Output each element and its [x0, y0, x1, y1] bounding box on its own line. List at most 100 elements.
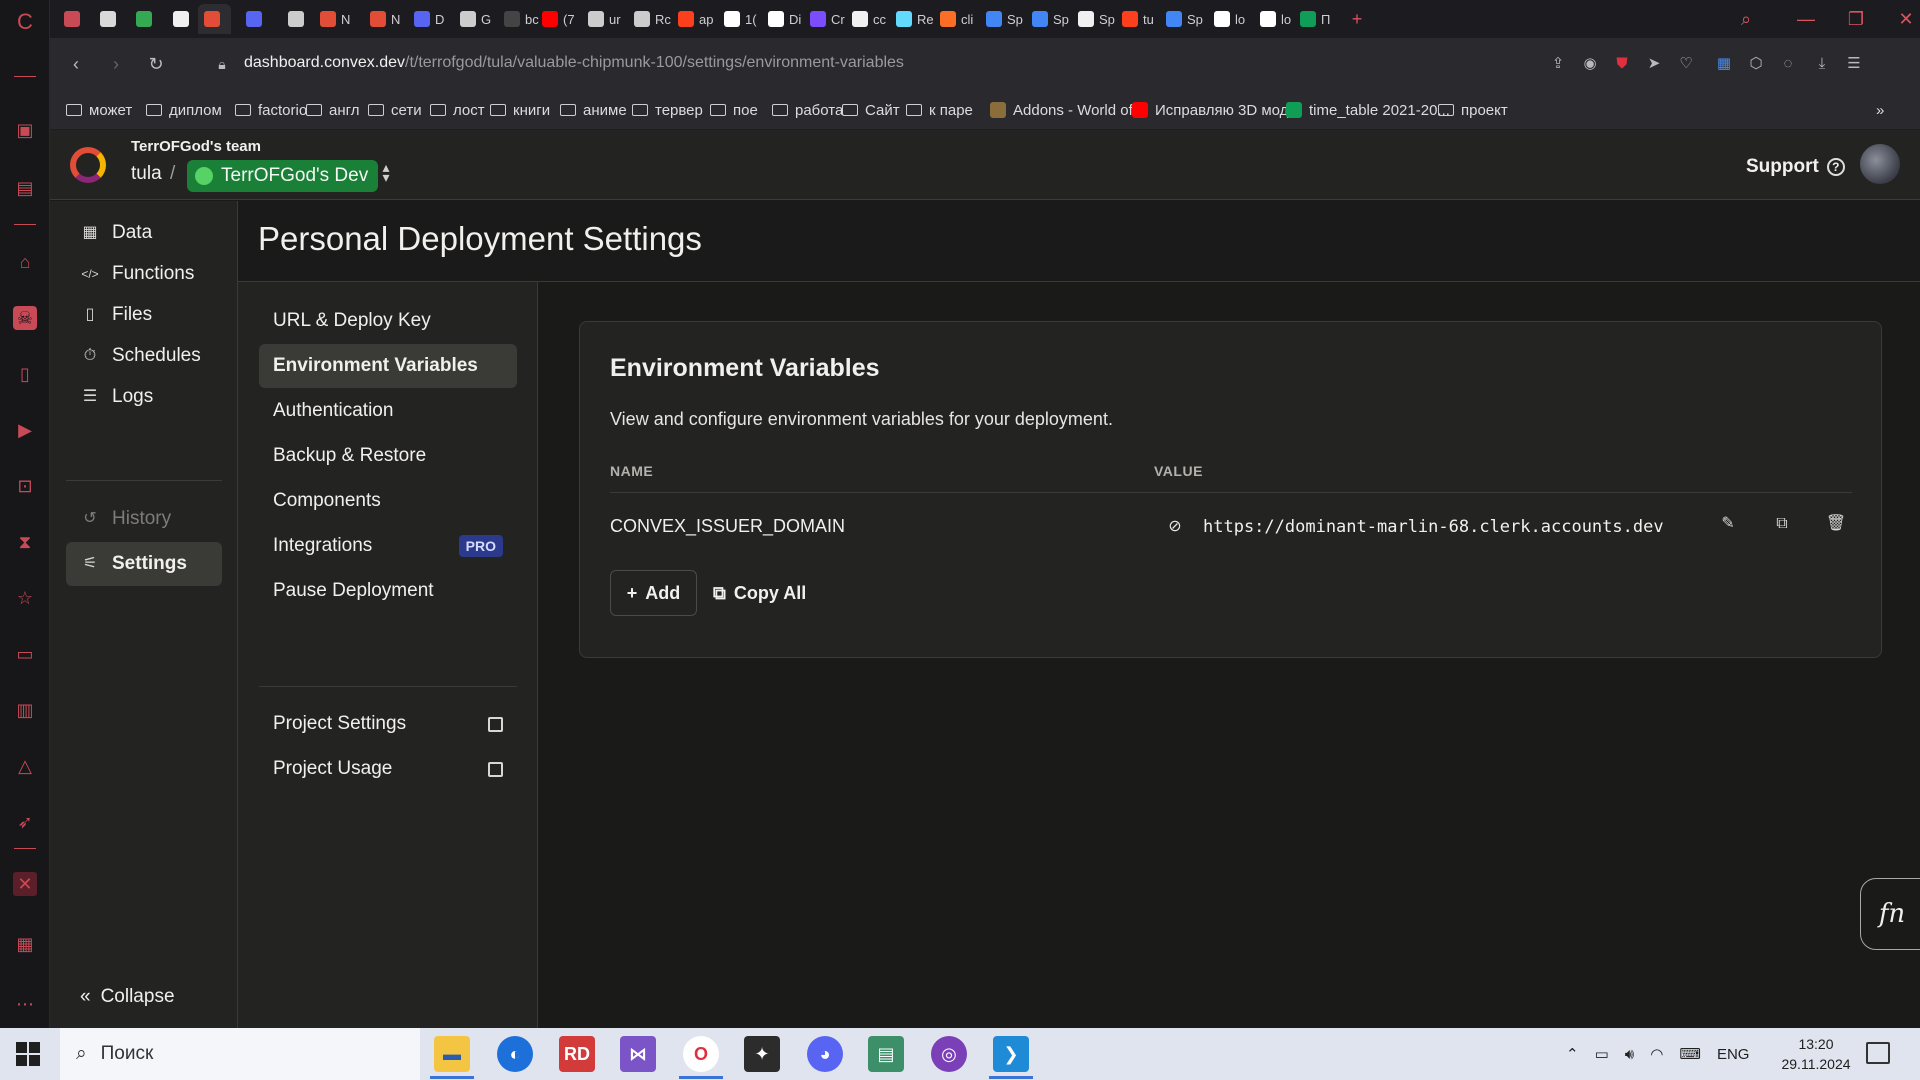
bookmark-item[interactable]: Исправляю 3D мод...: [1132, 100, 1301, 120]
settings-external-link[interactable]: Project Settings: [259, 702, 517, 746]
browser-tab[interactable]: [167, 4, 200, 34]
bookmark-item[interactable]: Сайт: [842, 100, 900, 120]
keyboard-icon[interactable]: ⌨: [1679, 1045, 1701, 1063]
reload-icon[interactable]: ↻: [144, 52, 168, 76]
browser-tab[interactable]: Sp: [1026, 4, 1075, 34]
browser-tab[interactable]: Rc: [628, 4, 677, 34]
close-icon[interactable]: ✕: [1895, 8, 1917, 30]
trash-icon[interactable]: 🗑︎: [1824, 512, 1848, 536]
browser-tab[interactable]: Sp: [1072, 4, 1121, 34]
browser-tab[interactable]: [130, 4, 163, 34]
browser-tab[interactable]: Sp: [1160, 4, 1209, 34]
bookmark-item[interactable]: диплом: [146, 100, 222, 120]
browser-tab[interactable]: tu: [1116, 4, 1160, 34]
github-desktop-icon[interactable]: ◎: [931, 1036, 967, 1072]
notification-icon[interactable]: [1866, 1042, 1890, 1064]
language-indicator[interactable]: ENG: [1717, 1046, 1750, 1063]
browser-tab[interactable]: G: [454, 4, 497, 34]
heart-icon[interactable]: ♡: [1674, 52, 1698, 76]
bookmark-item[interactable]: аниме: [560, 100, 627, 120]
wifi-icon[interactable]: ◠: [1650, 1045, 1663, 1063]
chevron-up-down-icon[interactable]: ▴ ▾: [378, 160, 394, 184]
bookmark-item[interactable]: работа: [772, 100, 843, 120]
project-name[interactable]: tula: [131, 163, 162, 185]
function-runner-button[interactable]: fn: [1860, 878, 1920, 950]
nav-item-logs[interactable]: ☰ Logs: [66, 375, 222, 419]
volume-icon[interactable]: 🔊︎: [1625, 1046, 1634, 1063]
battery-icon[interactable]: ▭: [1595, 1045, 1609, 1063]
bookmark-item[interactable]: time_table 2021-20...: [1286, 100, 1450, 120]
bookmark-item[interactable]: лост: [430, 100, 485, 120]
reader-icon[interactable]: ▤: [13, 176, 37, 200]
settings-nav-item[interactable]: Authentication: [259, 389, 517, 433]
download-icon[interactable]: ⤓: [1810, 52, 1834, 76]
collapse-button[interactable]: « Collapse: [80, 986, 175, 1008]
visual-studio-icon[interactable]: ⋈: [620, 1036, 656, 1072]
send-icon[interactable]: ➤: [1642, 52, 1666, 76]
chevron-up-icon[interactable]: ⌃: [1566, 1045, 1579, 1063]
more-icon[interactable]: ⋯: [13, 992, 37, 1016]
forward-icon[interactable]: ›: [104, 52, 128, 76]
bookmark-item[interactable]: англ: [306, 100, 360, 120]
home-icon[interactable]: ⌂: [13, 250, 37, 274]
browser-tab[interactable]: П: [1294, 4, 1336, 34]
minimize-icon[interactable]: —: [1795, 8, 1817, 30]
player-icon[interactable]: ▶: [13, 418, 37, 442]
translate-icon[interactable]: ▦: [1712, 52, 1736, 76]
team-name[interactable]: TerrOFGod's team: [131, 138, 261, 155]
nav-item-schedules[interactable]: ⏱︎ Schedules: [66, 334, 222, 378]
bookmark-item[interactable]: книги: [490, 100, 550, 120]
settings-nav-item[interactable]: Backup & Restore: [259, 434, 517, 478]
document-icon[interactable]: ▥: [13, 698, 37, 722]
browser-tab[interactable]: N: [364, 4, 406, 34]
back-icon[interactable]: ‹: [64, 52, 88, 76]
settings-nav-item[interactable]: Environment Variables: [259, 344, 517, 388]
search-icon[interactable]: ⌕: [1735, 8, 1757, 30]
app-icon[interactable]: ✕: [13, 872, 37, 896]
browser-tab[interactable]: Re: [890, 4, 940, 34]
browser-tab[interactable]: lo: [1208, 4, 1251, 34]
shield-icon[interactable]: ⛊: [1610, 52, 1634, 76]
taskbar-search[interactable]: ⌕ Поиск: [60, 1028, 420, 1080]
bookmark-item[interactable]: проект: [1438, 100, 1508, 120]
vscode-icon[interactable]: ❯: [993, 1036, 1029, 1072]
browser-tab[interactable]: Sp: [980, 4, 1029, 34]
browser-tab[interactable]: cc: [846, 4, 892, 34]
url-field[interactable]: dashboard.convex.dev/t/terrofgod/tula/va…: [244, 54, 904, 72]
opera-menu-icon[interactable]: C: [13, 9, 37, 34]
add-button[interactable]: + Add: [610, 570, 697, 616]
gamepad-icon[interactable]: ⊡: [13, 474, 37, 498]
settings-external-link[interactable]: Project Usage: [259, 747, 517, 791]
hourglass-icon[interactable]: ⧗: [13, 530, 37, 554]
browser-tab[interactable]: lo: [1254, 4, 1297, 34]
rocket-icon[interactable]: ➶: [13, 810, 37, 834]
settings-nav-item[interactable]: Components: [259, 479, 517, 523]
browser-app-icon[interactable]: ◐: [497, 1036, 533, 1072]
media-app-icon[interactable]: ✦: [744, 1036, 780, 1072]
restore-icon[interactable]: ❐: [1845, 8, 1867, 30]
bookmark-item[interactable]: к паре: [906, 100, 973, 120]
copy-icon[interactable]: ⧉: [1770, 512, 1794, 536]
browser-tab[interactable]: [198, 4, 231, 34]
copy-all-button[interactable]: ⧉ Copy All: [713, 570, 806, 616]
browser-tab[interactable]: [240, 4, 273, 34]
settings-nav-item[interactable]: Integrations PRO: [259, 524, 517, 568]
sheets-app-icon[interactable]: ▤: [868, 1036, 904, 1072]
cube-icon[interactable]: ⬡: [1744, 52, 1768, 76]
deployment-selector[interactable]: TerrOFGod's Dev: [187, 160, 379, 192]
bookmark-item[interactable]: Addons - World of...: [990, 100, 1145, 120]
nav-item-history[interactable]: ↺ History: [66, 497, 222, 541]
discord-icon[interactable]: ◕: [807, 1036, 843, 1072]
browser-tab[interactable]: N: [314, 4, 356, 34]
nav-item-settings[interactable]: ⚟ Settings: [66, 542, 222, 586]
browser-tab[interactable]: 1(: [718, 4, 763, 34]
new-tab-button[interactable]: +: [1346, 8, 1368, 30]
support-link[interactable]: Support ?: [1746, 156, 1845, 178]
camera-icon[interactable]: ◉: [1578, 52, 1602, 76]
alert-icon[interactable]: △: [13, 754, 37, 778]
edit-icon[interactable]: ✎: [1716, 512, 1740, 536]
browser-tab[interactable]: ap: [672, 4, 719, 34]
twitch-icon[interactable]: ▣: [13, 118, 37, 142]
bookmark-item[interactable]: сети: [368, 100, 422, 120]
browser-tab[interactable]: [94, 4, 127, 34]
